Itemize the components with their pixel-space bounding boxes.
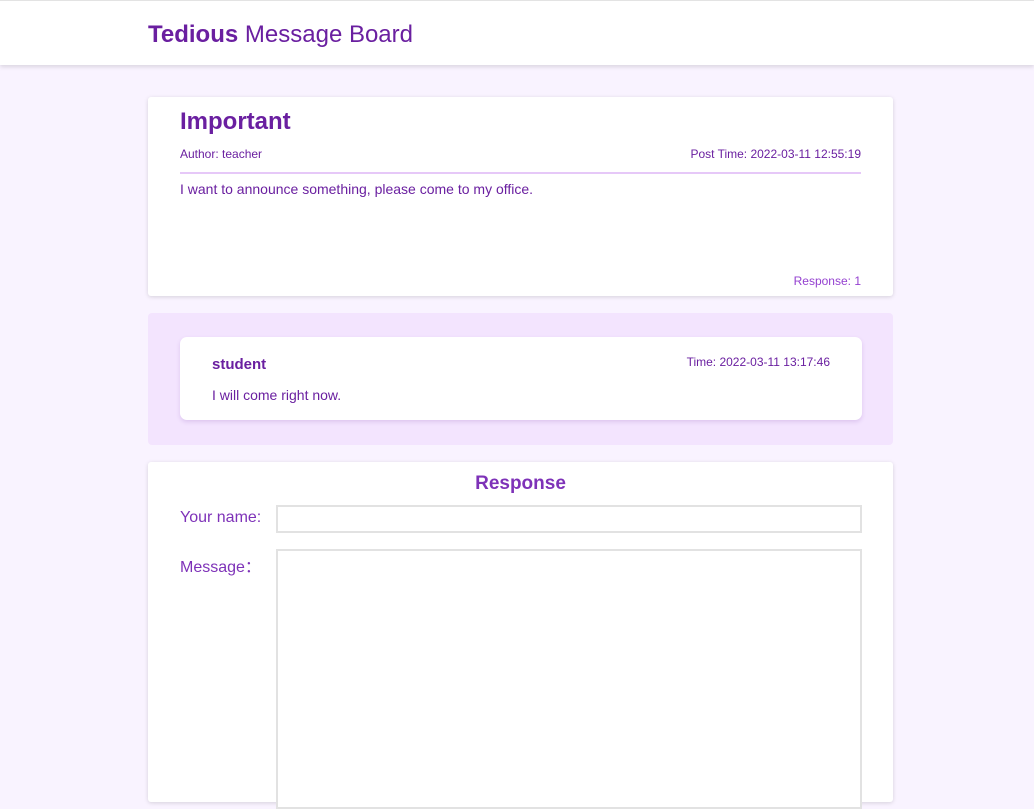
response-count: Response: 1 xyxy=(793,274,861,288)
reply-time: Time: 2022-03-11 13:17:46 xyxy=(686,355,830,369)
form-title: Response xyxy=(475,473,566,494)
post-time: Post Time: 2022-03-11 12:55:19 xyxy=(690,147,861,161)
post-title: Important xyxy=(180,108,291,135)
post-body: I want to announce something, please com… xyxy=(180,181,534,197)
post-card: Important Author: teacher Post Time: 202… xyxy=(148,97,893,296)
top-nav-bar: Tedious Message Board xyxy=(0,0,1034,65)
reply-author: student xyxy=(212,356,267,373)
post-divider xyxy=(180,172,861,174)
message-textarea[interactable] xyxy=(276,549,862,809)
name-label: Your name: xyxy=(180,509,262,526)
reply-text: I will come right now. xyxy=(212,387,342,403)
message-label: Message： xyxy=(180,559,261,576)
response-form: Response Your name: Message： xyxy=(148,462,893,809)
replies-panel: student Time: 2022-03-11 13:17:46 I will… xyxy=(148,313,893,445)
brand-rest-text: Message Board xyxy=(238,21,413,48)
reply-card: student Time: 2022-03-11 13:17:46 I will… xyxy=(180,337,862,420)
site-brand[interactable]: Tedious Message Board xyxy=(148,21,413,49)
post-author: Author: teacher xyxy=(180,147,263,161)
brand-bold-text: Tedious xyxy=(148,21,239,48)
name-input[interactable] xyxy=(276,505,862,533)
